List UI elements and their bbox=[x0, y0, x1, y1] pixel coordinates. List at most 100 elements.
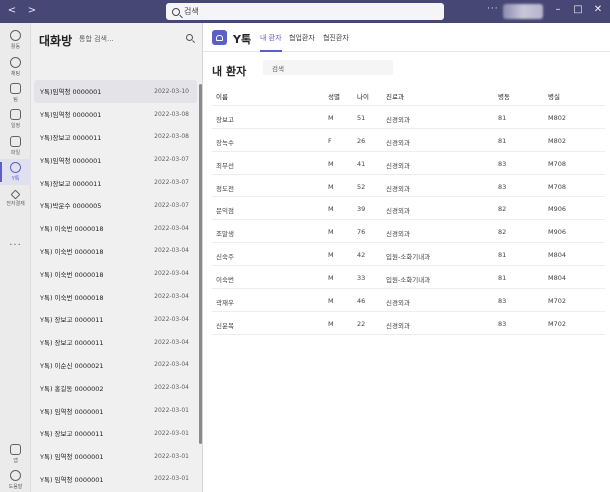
chat-list-item[interactable]: Y톡) 이순신 0000021 2022-03-04 bbox=[34, 354, 197, 377]
tab-consult-patients[interactable]: 협진환자 bbox=[323, 33, 349, 43]
more-options-button[interactable]: ··· bbox=[487, 4, 499, 14]
chat-list-item[interactable]: Y톡) 임역청 0000001 2022-03-01 bbox=[34, 399, 197, 422]
chat-list-item[interactable]: Y톡) 장보고 0000011 2022-03-04 bbox=[34, 308, 197, 331]
back-button[interactable]: < bbox=[6, 5, 18, 16]
chat-list-item[interactable]: Y톡) 홍길동 0000002 2022-03-04 bbox=[34, 376, 197, 399]
teams-icon bbox=[10, 83, 21, 94]
app-header: Y톡 내 환자 협업환자 협진환자 bbox=[203, 23, 610, 52]
rail-label: Y톡 bbox=[11, 176, 20, 182]
chat-name: Y톡) 홍길동 0000002 bbox=[40, 384, 104, 393]
title-bar: < > 검색 ··· – □ ✕ bbox=[0, 0, 610, 23]
chat-list-item[interactable]: Y톡)임역청 0000001 2022-03-07 bbox=[34, 148, 197, 171]
rail-item-apps[interactable]: 앱 bbox=[0, 441, 31, 467]
patient-room: M702 bbox=[548, 297, 567, 306]
patient-age: 42 bbox=[357, 251, 366, 260]
table-row[interactable]: 정도전 M 52 신경외과 83 M708 bbox=[212, 175, 605, 198]
rail-item-help[interactable]: 도움말 bbox=[0, 467, 31, 492]
patient-room: M804 bbox=[548, 251, 567, 260]
chat-list-scrollbar[interactable] bbox=[199, 84, 202, 444]
patient-name: 신윤복 bbox=[216, 321, 234, 330]
rail-item-teams[interactable]: 팀 bbox=[0, 80, 31, 106]
column-header[interactable]: 이름 bbox=[216, 91, 228, 101]
chat-name: Y톡)임역청 0000001 bbox=[40, 111, 102, 120]
patient-ward: 83 bbox=[498, 297, 507, 306]
patient-sex: M bbox=[328, 113, 334, 122]
rail-item-ytalk[interactable]: Y톡 bbox=[0, 159, 31, 185]
patient-sex: M bbox=[328, 182, 334, 191]
people-icon bbox=[10, 162, 21, 173]
minimize-button[interactable]: – bbox=[552, 4, 564, 15]
global-search-placeholder: 검색 bbox=[184, 7, 199, 16]
file-icon bbox=[10, 136, 21, 147]
avatar[interactable] bbox=[503, 4, 543, 19]
patient-department: 입원-소화기내과 bbox=[386, 253, 431, 262]
maximize-button[interactable]: □ bbox=[572, 4, 584, 15]
chat-list-item[interactable]: Y톡) 장보고 0000011 2022-03-04 bbox=[34, 331, 197, 354]
rail-item-approval[interactable]: 전자결재 bbox=[0, 186, 31, 212]
patient-room: M708 bbox=[548, 159, 567, 168]
patient-sex: M bbox=[328, 297, 334, 306]
table-row[interactable]: 이숙번 M 33 입원-소화기내과 81 M804 bbox=[212, 266, 605, 290]
chat-list-item[interactable]: Y톡) 이숙번 0000018 2022-03-04 bbox=[34, 240, 197, 263]
table-row[interactable]: 신숙주 M 42 입원-소화기내과 81 M804 bbox=[212, 243, 605, 267]
patient-name: 이숙번 bbox=[216, 276, 234, 285]
chat-list-item[interactable]: Y톡) 이숙번 0000018 2022-03-04 bbox=[34, 262, 197, 285]
chat-search-input[interactable]: 통합 검색... bbox=[75, 29, 199, 48]
chat-list-item[interactable]: Y톡)임역청 0000001 2022-03-10 bbox=[34, 80, 197, 103]
rail-item-chat[interactable]: 채팅 bbox=[0, 54, 31, 80]
patient-ward: 82 bbox=[498, 228, 507, 237]
table-row[interactable]: 곽재우 M 46 신경외과 83 M702 bbox=[212, 289, 605, 312]
table-row[interactable]: 장녹수 F 26 신경외과 81 M802 bbox=[212, 129, 605, 152]
rail-label: 채팅 bbox=[10, 71, 21, 77]
pen-icon bbox=[10, 189, 21, 200]
patient-room: M708 bbox=[548, 182, 567, 191]
chat-list-item[interactable]: Y톡) 장보고 0000011 2022-03-01 bbox=[34, 422, 197, 445]
patient-search-input[interactable]: 검색 bbox=[263, 60, 393, 75]
tab-collab-patients[interactable]: 협업환자 bbox=[289, 33, 315, 43]
chat-date: 2022-03-08 bbox=[154, 133, 189, 141]
patient-sex: M bbox=[328, 251, 334, 260]
table-row[interactable]: 문익점 M 39 신경외과 82 M906 bbox=[212, 197, 605, 221]
chat-list-item[interactable]: Y톡) 임역청 0000001 2022-03-01 bbox=[34, 445, 197, 468]
column-header[interactable]: 성별 bbox=[328, 91, 340, 101]
chat-list-item[interactable]: Y톡) 임역청 0000001 2022-03-01 bbox=[34, 468, 197, 491]
chat-list-item[interactable]: Y톡)장보고 0000011 2022-03-07 bbox=[34, 171, 197, 194]
patient-age: 76 bbox=[357, 228, 366, 237]
more-apps-button[interactable]: ··· bbox=[0, 240, 31, 251]
chat-date: 2022-03-01 bbox=[154, 429, 189, 437]
table-row[interactable]: 신윤복 M 22 신경외과 83 M702 bbox=[212, 312, 605, 335]
patient-department: 신경외과 bbox=[386, 299, 410, 308]
chat-date: 2022-03-01 bbox=[154, 407, 189, 415]
table-row[interactable]: 조말생 M 76 신경외과 82 M906 bbox=[212, 220, 605, 244]
patient-name: 장보고 bbox=[216, 115, 234, 124]
patient-ward: 81 bbox=[498, 251, 507, 260]
chat-date: 2022-03-04 bbox=[154, 315, 189, 323]
patient-ward: 81 bbox=[498, 274, 507, 283]
chat-list-item[interactable]: Y톡)장보고 0000011 2022-03-08 bbox=[34, 126, 197, 149]
search-icon bbox=[186, 34, 193, 41]
chat-list-item[interactable]: Y톡) 이숙번 0000018 2022-03-04 bbox=[34, 217, 197, 240]
column-header[interactable]: 병실 bbox=[548, 91, 560, 101]
rail-item-calendar[interactable]: 일정 bbox=[0, 106, 31, 132]
forward-button[interactable]: > bbox=[26, 5, 38, 16]
global-search-input[interactable]: 검색 bbox=[166, 3, 444, 20]
chat-list-item[interactable]: Y톡)박운수 0000005 2022-03-07 bbox=[34, 194, 197, 217]
rail-item-activity[interactable]: 활동 bbox=[0, 27, 31, 53]
table-row[interactable]: 장보고 M 51 신경외과 81 M802 bbox=[212, 106, 605, 129]
rail-item-files[interactable]: 파일 bbox=[0, 133, 31, 159]
patient-department: 신경외과 bbox=[386, 321, 410, 330]
close-button[interactable]: ✕ bbox=[592, 4, 604, 15]
chat-list-item[interactable]: Y톡)임역청 0000001 2022-03-08 bbox=[34, 103, 197, 126]
column-header[interactable]: 병동 bbox=[498, 91, 510, 101]
chat-list: Y톡)임역청 0000001 2022-03-10 Y톡)임역청 0000001 20… bbox=[34, 80, 197, 492]
column-header[interactable]: 진료과 bbox=[386, 91, 404, 101]
table-row[interactable]: 최무선 M 41 신경외과 83 M708 bbox=[212, 152, 605, 175]
patient-sex: M bbox=[328, 205, 334, 214]
tab-my-patients[interactable]: 내 환자 bbox=[260, 33, 282, 52]
app-rail: 활동 채팅 팀 일정 파일 Y톡 전자결재 ··· 앱 도움말 bbox=[0, 23, 31, 492]
column-header[interactable]: 나이 bbox=[357, 91, 369, 101]
chat-list-item[interactable]: Y톡) 이숙번 0000018 2022-03-04 bbox=[34, 285, 197, 308]
patient-search-placeholder: 검색 bbox=[272, 64, 284, 73]
patient-age: 51 bbox=[357, 113, 366, 122]
chat-name: Y톡) 이숙번 0000018 bbox=[40, 225, 104, 234]
